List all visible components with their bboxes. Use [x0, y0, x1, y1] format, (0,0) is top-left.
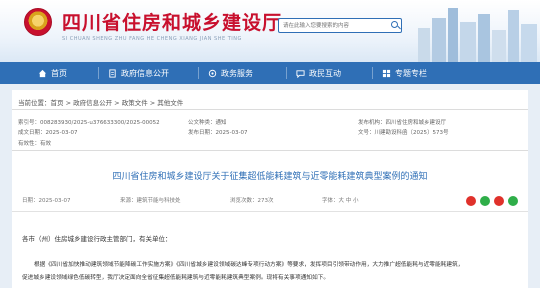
meta-published-date: 发布日期：2025-03-07: [188, 130, 248, 136]
nav-item-gov-info[interactable]: 政府信息公开: [108, 62, 169, 84]
nav-item-label: 首页: [51, 68, 67, 78]
breadcrumb-policy-docs[interactable]: 政策文件: [122, 99, 148, 107]
article-date: 日期：2025-03-07: [22, 198, 71, 204]
breadcrumb-home[interactable]: 首页: [51, 99, 64, 107]
service-icon: [208, 69, 217, 77]
nav-item-home[interactable]: 首页: [38, 62, 67, 84]
meta-doc-type: 公文种类：通知: [188, 120, 227, 126]
meta-index-no: 索引号：008283930/2025-u376633300/2025-00052: [18, 120, 160, 126]
article-greeting: 各市（州）住房城乡建设行政主管部门，有关单位：: [22, 235, 172, 243]
article-views: 浏览次数：273次: [230, 198, 274, 204]
site-title: 四川省住房和城乡建设厅: [62, 12, 283, 34]
breadcrumb-gov-info[interactable]: 政府信息公开: [73, 99, 112, 107]
divider: [12, 109, 528, 110]
meta-validity: 有效性：有效: [18, 141, 52, 147]
article-paragraph-line: 促进城乡建设领域绿色低碳转型，我厅决定面向全省征集超低能耗建筑与近零能耗建筑典型…: [22, 275, 330, 281]
wechat-share-icon[interactable]: [480, 196, 490, 206]
search-input[interactable]: [278, 18, 402, 33]
site-subtitle: SI CHUAN SHENG ZHU FANG HE CHENG XIANG J…: [62, 36, 242, 42]
article-source: 来源：建筑节能与科技处: [120, 198, 181, 204]
meta-issuer: 发布机构：四川省住房和城乡建设厅: [358, 120, 447, 126]
meta-created-date: 成文日期：2025-03-07: [18, 130, 78, 136]
breadcrumb-separator: >: [112, 99, 122, 107]
chat-icon: [296, 69, 305, 78]
document-icon: [109, 68, 116, 78]
main-nav: 首页 政府信息公开 政务服务 政民互动 专题专栏: [0, 62, 540, 84]
nav-item-topics[interactable]: 专题专栏: [382, 62, 427, 84]
meta-doc-number: 文号：川建勘设科函〔2025〕573号: [358, 130, 449, 136]
site-header: 四川省住房和城乡建设厅 SI CHUAN SHENG ZHU FANG HE C…: [0, 0, 540, 62]
nav-item-label: 政务服务: [221, 68, 253, 78]
font-size-switcher[interactable]: 字体：大 中 小: [322, 196, 359, 204]
nav-item-label: 专题专栏: [395, 68, 427, 78]
article-paragraph-line: 根据《四川省加快推动建筑领域节能降碳工作实施方案》《四川省城乡建设领域碳达峰专项…: [34, 262, 464, 268]
search-button[interactable]: [390, 20, 401, 31]
share-icon[interactable]: [494, 196, 504, 206]
breadcrumb: 当前位置：首页 > 政府信息公开 > 政策文件 > 其他文件: [18, 97, 183, 107]
breadcrumb-separator: >: [147, 99, 158, 107]
nav-item-label: 政民互动: [309, 68, 341, 78]
breadcrumb-separator: >: [63, 99, 74, 107]
divider: [12, 150, 528, 151]
nav-item-interaction[interactable]: 政民互动: [296, 62, 341, 84]
national-emblem-icon: [24, 8, 52, 36]
divider: [12, 211, 528, 212]
nav-item-label: 政府信息公开: [121, 68, 169, 78]
breadcrumb-other-docs[interactable]: 其他文件: [157, 99, 183, 107]
print-icon[interactable]: [508, 196, 518, 206]
nav-item-gov-services[interactable]: 政务服务: [208, 62, 253, 84]
breadcrumb-prefix: 当前位置：: [18, 99, 51, 107]
city-skyline-illustration: [418, 8, 537, 62]
article-title: 四川省住房和城乡建设厅关于征集超低能耗建筑与近零能耗建筑典型案例的通知: [112, 172, 428, 182]
weibo-share-icon[interactable]: [466, 196, 476, 206]
topic-icon: [382, 69, 391, 77]
home-icon: [38, 69, 47, 77]
